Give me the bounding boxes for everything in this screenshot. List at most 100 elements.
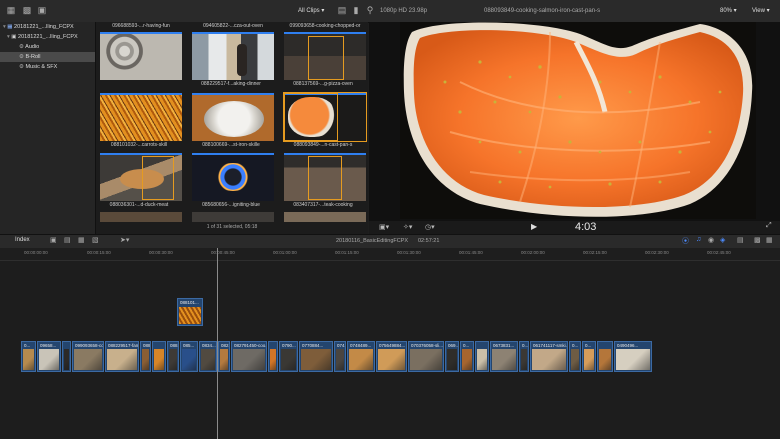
ruler-tick-label: 00:02:00:00 [521,250,545,255]
connect-clip-icon[interactable]: ▣ [50,236,57,244]
keyword-icon: ⚙ [19,64,24,70]
range-selection [284,93,338,141]
timeline-clip[interactable]: 0... [21,341,36,372]
clip-thumbnail[interactable] [100,153,182,201]
timeline-clip[interactable] [62,341,71,372]
color-icon[interactable]: ✧▾ [403,223,412,231]
clip-caption: 088137569-...g-pizza-oven [293,81,353,87]
timeline-clip[interactable]: 0... [460,341,474,372]
timeline-clip[interactable]: 074... [334,341,346,372]
clip-label: 075649884... [379,343,406,348]
photos-icon[interactable]: ▩ [21,5,33,16]
clip-label: 0790... [282,343,296,348]
timeline-clip[interactable]: 069... [445,341,459,372]
timeline-clip[interactable]: 0834... [199,341,217,372]
timeline-clip[interactable]: 085... [180,341,198,372]
timeline-clip[interactable]: 082... [218,341,230,372]
clip-thumbnail[interactable] [192,32,274,80]
timeline-clip[interactable]: 09658... [37,341,61,372]
insert-clip-icon[interactable]: ▤ [64,236,71,244]
keyword-b-roll[interactable]: ⚙ B-Roll [0,52,95,62]
fullscreen-icon[interactable]: ⤢ [766,222,772,230]
library-label: 20181221_...lling_FCPX [14,24,74,30]
timeline-clip[interactable]: 0490496... [614,341,652,372]
keyword-audio[interactable]: ⚙ Audio [0,42,95,52]
timeline-clip[interactable] [475,341,489,372]
timeline-clip[interactable]: 075649884... [376,341,407,372]
timeline-clip[interactable]: 0673831... [490,341,518,372]
clip-thumbnail[interactable] [192,153,274,201]
timeline-clip[interactable]: 070376058-sli... [408,341,444,372]
clip-filter-dropdown[interactable]: All Clips ▾ [298,6,324,16]
timeline-clip[interactable]: 0748489... [347,341,375,372]
zoom-dropdown[interactable]: 80% ▾ [720,6,737,16]
library-item[interactable]: ▾ ▦ 20181221_...lling_FCPX [0,22,95,32]
effects-icon[interactable]: ▩ [754,236,761,244]
clip-thumbnail[interactable] [284,32,366,80]
audio-meter-icon[interactable]: ▮ [350,5,362,16]
timeline-clip[interactable]: 0770884... [299,341,333,372]
transitions-icon[interactable]: ▦ [766,236,773,244]
clip-filmstrip [584,349,594,370]
clip-thumbnail-selected[interactable] [283,92,367,142]
keyword-music-sfx[interactable]: ⚙ Music & SFX [0,62,95,72]
timeline-clip[interactable]: 099093658-cooki... [72,341,104,372]
clip-label: 085... [183,343,195,348]
search-icon[interactable]: ⚲ [364,5,376,16]
append-clip-icon[interactable]: ▦ [78,236,85,244]
clip-thumbnail[interactable] [284,153,366,201]
clip-appearance-icon[interactable]: ▤ [336,5,348,16]
timeline-clip[interactable] [152,341,166,372]
timeline-clip[interactable]: 0... [569,341,581,372]
skimming-icon[interactable]: ⦿ [682,236,689,246]
select-tool-icon[interactable]: ➤▾ [120,236,129,244]
libraries-icon[interactable]: ▦ [5,5,17,16]
audio-skimming-icon[interactable]: ♫ [696,236,701,243]
used-bar [192,32,274,34]
event-item[interactable]: ▾ ▣ 20181221_...lling_FCPX [0,32,95,42]
disclosure-icon[interactable]: ▾ [3,24,6,30]
timeline-clip[interactable]: 0790... [279,341,298,372]
ruler-tick-label: 00:02:15:00 [583,250,607,255]
clip-label: 0881... [143,343,151,348]
index-button[interactable]: Index [15,237,30,243]
snapping-icon[interactable]: ◈ [720,236,725,244]
format-label: 1080p HD 23.98p [380,8,428,14]
event-icon: ▣ [11,34,17,40]
view-dropdown[interactable]: View ▾ [752,6,770,16]
timeline-clip[interactable]: 061741117-smki... [530,341,568,372]
timeline-clip[interactable]: 0... [519,341,529,372]
timeline-clip[interactable] [268,341,278,372]
timeline-clip[interactable]: 0... [582,341,596,372]
titles-icon[interactable]: ▣ [36,5,48,16]
ruler-tick-label: 00:01:00:00 [273,250,297,255]
clip-thumbnail[interactable] [100,212,182,222]
event-label: 20181221_...lling_FCPX [18,34,78,40]
retime-icon[interactable]: ◷▾ [425,223,435,231]
play-icon[interactable]: ▶ [531,222,537,231]
clip-thumbnail[interactable] [192,212,274,222]
headphones-icon[interactable]: ◉ [708,236,714,244]
rice-shape [204,101,264,137]
transform-icon[interactable]: ▣▾ [379,223,389,231]
clip-thumbnail[interactable] [284,212,366,222]
overwrite-clip-icon[interactable]: ▧ [92,236,99,244]
clip-filmstrip [23,349,34,370]
timeline-clip[interactable]: 088... [167,341,179,372]
clip-thumbnail[interactable] [100,93,182,141]
timeline-ruler[interactable]: 00:00:00:00 00:00:15:00 00:00:30:00 00:0… [0,248,780,261]
timecode-display: 4:03 [575,221,597,233]
disclosure-icon[interactable]: ▾ [7,34,10,40]
clip-thumbnail[interactable] [192,93,274,141]
playhead[interactable] [217,248,218,439]
timeline-clip[interactable]: 088229517-famil... [105,341,139,372]
clip-filmstrip [336,349,344,370]
keyword-icon: ⚙ [19,44,24,50]
timeline-clip[interactable]: 082791450-coo... [231,341,267,372]
clip-thumbnail[interactable] [100,32,182,80]
connected-clip[interactable]: 088101... [177,298,203,326]
clip-appearance-icon[interactable]: ▤ [737,236,744,244]
timeline-clip[interactable]: 0881... [140,341,151,372]
timeline-clip[interactable] [597,341,613,372]
clip-filmstrip [39,349,59,370]
